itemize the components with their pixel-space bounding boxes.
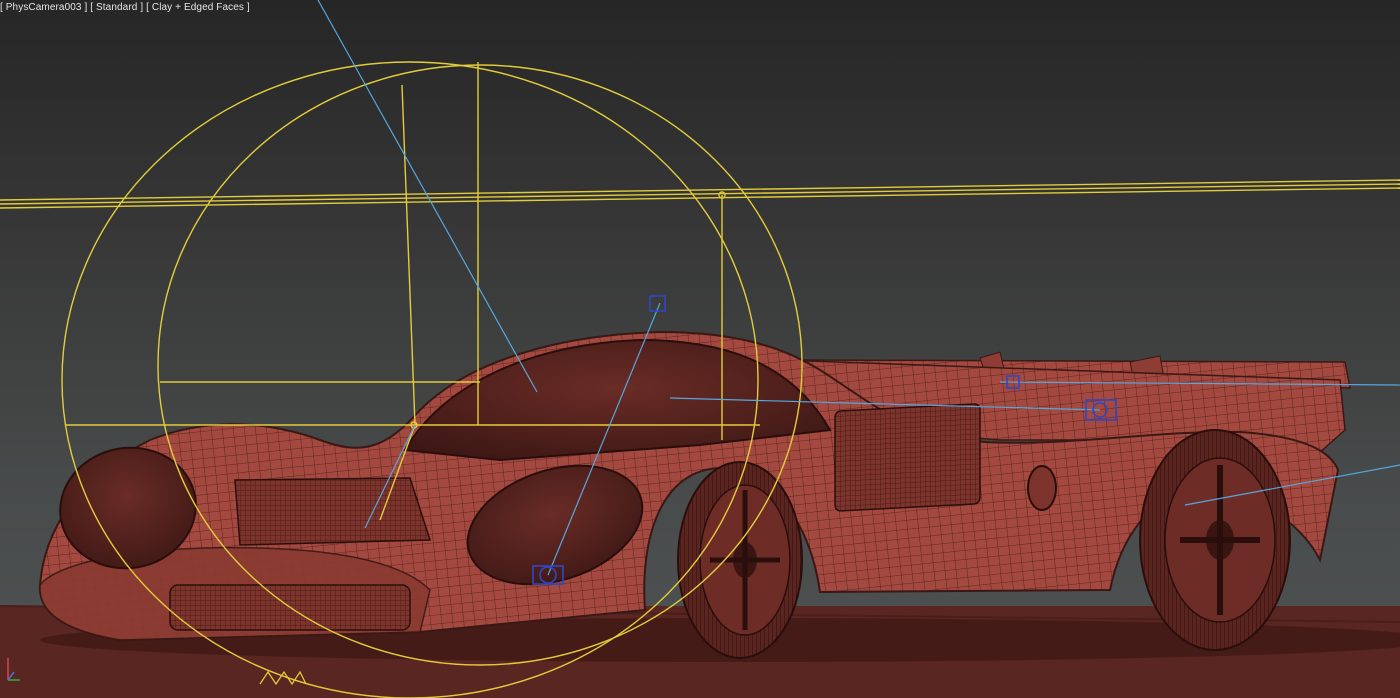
viewport-physcamera003[interactable]: [ PhysCamera003 ] [ Standard ] [ Clay + … (0, 0, 1400, 698)
viewport-label: [ PhysCamera003 ] [ Standard ] [ Clay + … (0, 2, 250, 13)
viewport-scene[interactable] (0, 0, 1400, 698)
viewport-label-bracket: [ (90, 2, 94, 13)
viewport-display-mode-menu[interactable]: Clay + Edged Faces (152, 2, 244, 13)
viewport-shading-menu[interactable]: Standard (96, 2, 137, 13)
viewport-label-bracket: ] (246, 2, 250, 13)
rear-wheel[interactable] (1139, 429, 1291, 651)
side-intake (834, 403, 981, 512)
hood-vent (234, 477, 432, 546)
fuel-cap (1027, 465, 1057, 511)
viewport-label-bracket: ] (140, 2, 144, 13)
viewport-label-bracket: [ (146, 2, 149, 13)
viewport-label-bracket: ] (84, 2, 88, 13)
viewport-label-bracket: [ (0, 2, 3, 13)
viewport-camera-menu[interactable]: PhysCamera003 (6, 2, 82, 13)
